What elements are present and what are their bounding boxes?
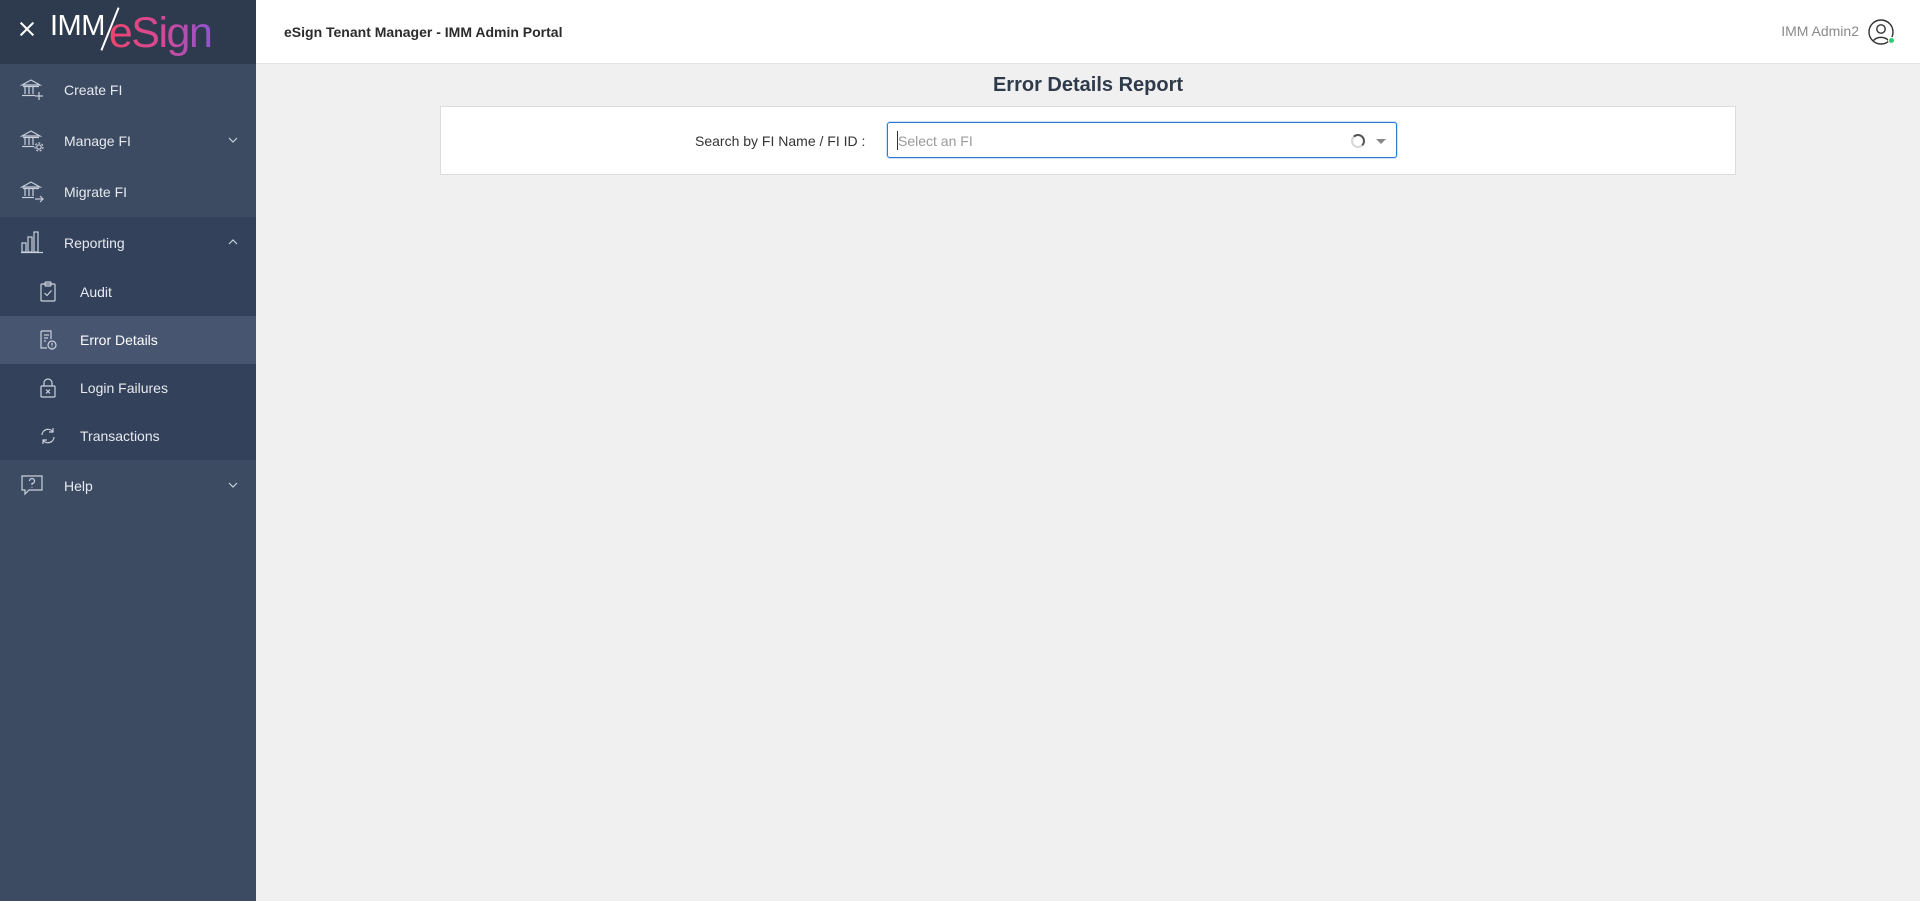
- sidebar-item-label: Login Failures: [80, 380, 168, 396]
- sidebar-item-reporting[interactable]: Reporting: [0, 217, 256, 268]
- sidebar-item-manage-fi[interactable]: Manage FI: [0, 115, 256, 166]
- search-label: Search by FI Name / FI ID :: [695, 133, 866, 149]
- sidebar-item-label: Manage FI: [64, 132, 131, 149]
- sidebar-header: IMM eSign: [0, 0, 256, 64]
- sidebar-item-label: Reporting: [64, 234, 125, 251]
- bank-plus-icon: [20, 79, 43, 100]
- app-title: eSign Tenant Manager - IMM Admin Portal: [284, 24, 563, 40]
- top-header: eSign Tenant Manager - IMM Admin Portal …: [256, 0, 1920, 64]
- sidebar-item-help[interactable]: Help: [0, 460, 256, 511]
- sidebar-item-migrate-fi[interactable]: Migrate FI: [0, 166, 256, 217]
- bank-gear-icon: [20, 130, 44, 152]
- logo-imm-text: IMM: [50, 10, 105, 42]
- online-status-dot: [1888, 37, 1895, 44]
- sidebar: IMM eSign Create FI Manage FI Migrate FI…: [0, 0, 256, 901]
- close-sidebar-icon[interactable]: [18, 20, 36, 38]
- sidebar-item-audit[interactable]: Audit: [0, 268, 256, 316]
- sidebar-item-label: Error Details: [80, 332, 158, 348]
- help-bubble-icon: [21, 475, 43, 496]
- sidebar-item-error-details[interactable]: Error Details: [0, 316, 256, 364]
- chevron-down-icon: [228, 482, 238, 488]
- fi-select-placeholder: Select an FI: [898, 133, 973, 149]
- logo-esign-text: eSign: [108, 9, 213, 57]
- clipboard-check-icon: [40, 281, 56, 302]
- search-panel: Search by FI Name / FI ID : Select an FI: [440, 106, 1736, 175]
- sidebar-item-label: Transactions: [80, 428, 160, 444]
- lock-x-icon: [40, 378, 56, 398]
- report-error-icon: [40, 330, 57, 350]
- sidebar-item-label: Audit: [80, 284, 112, 300]
- sidebar-item-label: Help: [64, 477, 93, 494]
- loading-spinner-icon: [1351, 134, 1365, 148]
- sidebar-item-login-failures[interactable]: Login Failures: [0, 364, 256, 412]
- sidebar-item-create-fi[interactable]: Create FI: [0, 64, 256, 115]
- sidebar-item-label: Migrate FI: [64, 183, 128, 200]
- bank-arrow-icon: [20, 181, 44, 203]
- sidebar-nav: Create FI Manage FI Migrate FI Reporting…: [0, 64, 256, 511]
- reporting-submenu: Audit Error Details Login Failures Trans…: [0, 268, 256, 460]
- sidebar-item-transactions[interactable]: Transactions: [0, 412, 256, 460]
- chevron-down-icon: [228, 137, 238, 143]
- bar-chart-icon: [21, 231, 43, 254]
- page-title: Error Details Report: [992, 74, 1184, 96]
- user-name[interactable]: IMM Admin2: [1781, 23, 1859, 39]
- sidebar-item-label: Create FI: [64, 81, 123, 98]
- imm-esign-logo: IMM eSign: [50, 6, 213, 57]
- refresh-cycle-icon: [41, 428, 55, 444]
- fi-select-input[interactable]: Select an FI: [887, 122, 1397, 158]
- chevron-up-icon: [228, 239, 238, 245]
- dropdown-arrow-icon[interactable]: [1376, 139, 1386, 144]
